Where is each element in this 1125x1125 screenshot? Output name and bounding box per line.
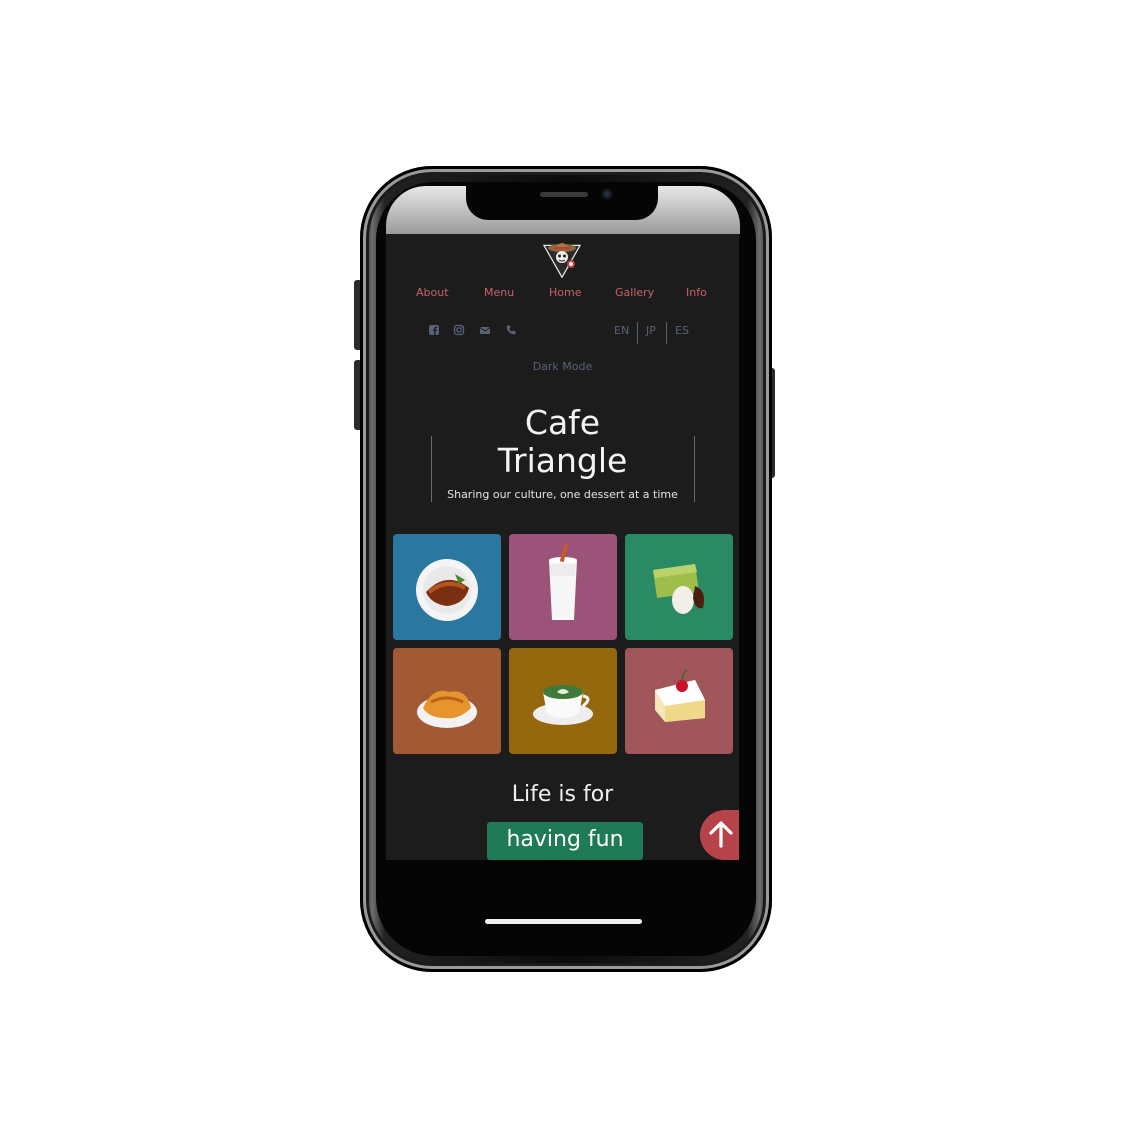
phone-notch [466, 182, 658, 220]
language-switcher: EN JP ES [386, 322, 739, 348]
lang-en[interactable]: EN [614, 324, 629, 337]
dark-mode-toggle[interactable]: Dark Mode [386, 360, 739, 373]
nav-about[interactable]: About [416, 286, 449, 299]
tagline: Life is for [511, 782, 614, 807]
hero-subtitle: Sharing our culture, one dessert at a ti… [447, 488, 678, 501]
tile-matcha[interactable] [625, 534, 733, 640]
front-camera [601, 188, 613, 200]
tagline-highlight: having fun [487, 822, 643, 860]
pastry-plate-icon [417, 690, 477, 728]
hero-title-line1: Cafe [524, 403, 601, 442]
speaker-grille [540, 192, 588, 197]
tile-latte[interactable] [509, 648, 617, 754]
latte-cup-icon [533, 685, 593, 725]
cherry-cake-icon [655, 669, 705, 722]
hero-title-line2: Triangle [497, 441, 628, 480]
tile-drink[interactable] [509, 534, 617, 640]
nav-info[interactable]: Info [686, 286, 707, 299]
scroll-to-top-button[interactable] [700, 810, 739, 860]
main-nav: About Menu Home Gallery Info [386, 286, 739, 302]
hero-title: Cafe Triangle [386, 404, 739, 480]
arrow-up-icon [709, 821, 733, 848]
cake-plate-icon [416, 559, 478, 621]
lang-jp[interactable]: JP [646, 324, 656, 337]
matcha-cake-icon [653, 564, 704, 614]
lang-es[interactable]: ES [675, 324, 689, 337]
nav-gallery[interactable]: Gallery [615, 286, 654, 299]
nav-home[interactable]: Home [549, 286, 581, 299]
lang-divider [637, 322, 638, 344]
lang-divider [666, 322, 667, 344]
tile-cherry-cake[interactable] [625, 648, 733, 754]
nav-menu[interactable]: Menu [484, 286, 514, 299]
drink-glass-icon [549, 543, 577, 620]
dessert-gallery [393, 534, 733, 754]
home-indicator [485, 919, 642, 924]
page: About Menu Home Gallery Info EN JP ES Da… [0, 0, 1125, 1125]
tile-pastry[interactable] [393, 648, 501, 754]
tile-cake[interactable] [393, 534, 501, 640]
cafe-logo[interactable] [542, 238, 582, 279]
phone-screen: About Menu Home Gallery Info EN JP ES Da… [386, 234, 739, 860]
